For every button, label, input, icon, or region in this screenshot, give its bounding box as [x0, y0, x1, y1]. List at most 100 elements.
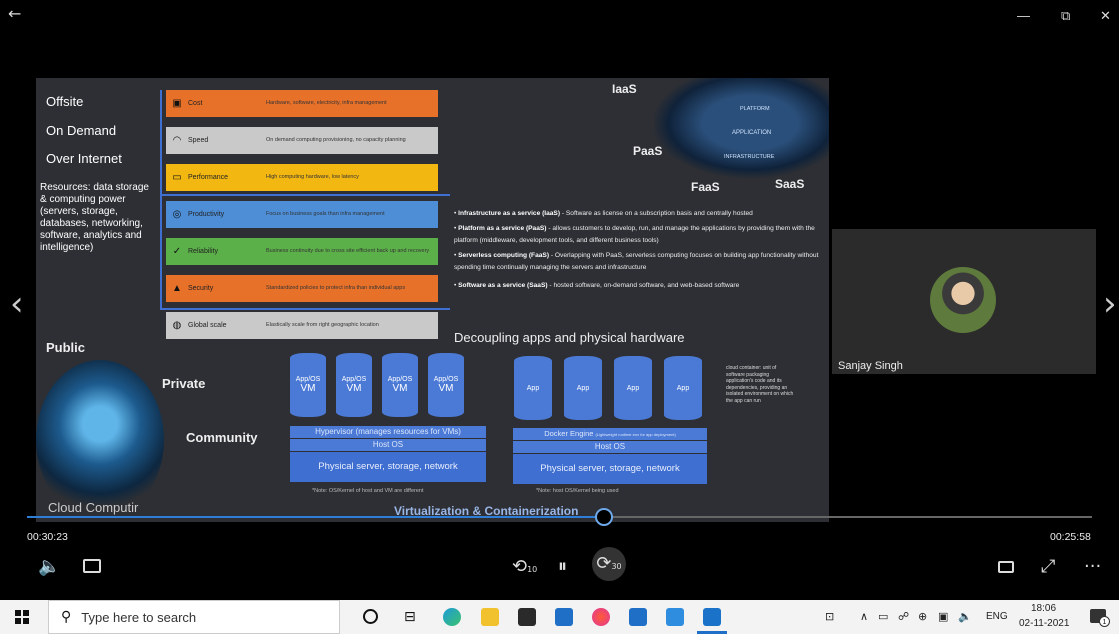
microsoft-store-icon[interactable] [518, 608, 536, 626]
cloud-hand-image [36, 360, 164, 520]
edge-browser-icon[interactable] [443, 608, 461, 626]
file-explorer-icon[interactable] [481, 608, 499, 626]
vm-note: *Note: OS/Kernel of host and VM are diff… [312, 488, 424, 494]
windows-taskbar: ⚲ Type here to search ⊟ ⊡ ∧ ▭ ☍ ⊕ ▣ 🔈 EN… [0, 600, 1119, 634]
seek-bar-handle[interactable] [595, 508, 613, 526]
diagram-label-infrastructure: INFRASTRUCTURE [724, 154, 775, 160]
back-arrow-icon[interactable]: ← [8, 4, 21, 23]
participant-name: Sanjay Singh [838, 360, 903, 372]
left-term-over-internet: Over Internet [46, 151, 122, 166]
display-icon[interactable]: ▣ [938, 610, 948, 623]
task-view-icon[interactable]: ⊟ [404, 609, 416, 625]
restore-button[interactable]: ⧉ [1061, 8, 1070, 24]
category-description: High computing hardware, low latency [266, 174, 359, 180]
category-description: On demand computing provisioning, no cap… [266, 137, 406, 143]
participant-video-tile[interactable]: Sanjay Singh [832, 229, 1096, 374]
category-separator-1 [160, 194, 450, 196]
category-row: ✓ Reliability Business continuity due to c… [166, 238, 438, 265]
label-saas: SaaS [775, 177, 805, 191]
remaining-time: 00:25:58 [1050, 531, 1091, 543]
category-divider-line [160, 90, 162, 308]
category-row: ◠ Speed On demand computing provisioning, … [166, 127, 438, 154]
more-options-button[interactable]: ··· [1084, 556, 1101, 577]
vm-physical-server-bar: Physical server, storage, network [290, 452, 486, 482]
category-name: Security [188, 285, 214, 292]
category-name: Reliability [188, 248, 218, 255]
container-app-label: App [676, 384, 690, 392]
container-definition: cloud container: unit of software packag… [726, 365, 794, 404]
speaker-icon[interactable]: 🔈 [958, 610, 972, 623]
start-windows-icon[interactable] [15, 610, 29, 624]
cloud-services-diagram: PLATFORM APPLICATION INFRASTRUCTURE [654, 78, 829, 178]
service-bullet-faas: • Serverless computing (FaaS) - Overlapp… [454, 252, 819, 272]
left-term-offsite: Offsite [46, 94, 84, 109]
container-physical-server-bar: Physical server, storage, network [513, 454, 707, 484]
close-button[interactable]: ✕ [1100, 8, 1111, 24]
container-app-row: App App App App [514, 356, 714, 422]
label-community: Community [186, 430, 258, 445]
rewind-10-button[interactable]: ⟲10 [512, 556, 537, 577]
speedometer-icon: ◠ [172, 135, 182, 146]
network-globe-icon[interactable]: ⊕ [918, 610, 927, 623]
fullscreen-icon[interactable]: ⤢ [1041, 556, 1055, 577]
mini-view-icon[interactable] [998, 561, 1014, 573]
category-name: Productivity [188, 211, 225, 218]
notification-count-badge: 1 [1099, 616, 1110, 627]
taskbar-search-box[interactable]: ⚲ Type here to search [48, 600, 340, 634]
label-cloud-computing: Cloud Computir [48, 500, 139, 515]
category-row: ▲ Security Standardized policies to protec… [166, 275, 438, 302]
next-slide-button[interactable]: › [1103, 284, 1117, 324]
photos-icon[interactable] [629, 608, 647, 626]
container-app-cylinder: App [614, 356, 652, 420]
show-hidden-icons-chevron[interactable]: ∧ [860, 610, 868, 623]
firefox-icon[interactable] [592, 608, 610, 626]
meet-now-icon[interactable]: ⊡ [825, 610, 834, 623]
battery-icon[interactable]: ▭ [878, 610, 888, 623]
media-player-icon[interactable] [703, 608, 721, 626]
notepad-icon[interactable] [666, 608, 684, 626]
vm-app-os-label: App/OS [341, 376, 367, 383]
previous-slide-button[interactable]: ‹ [10, 284, 24, 324]
container-app-label: App [626, 384, 640, 392]
mail-icon[interactable] [555, 608, 573, 626]
clock-date[interactable]: 02-11-2021 [1019, 618, 1069, 629]
vm-cylinder: App/OS VM [382, 353, 418, 417]
vm-app-os-label: App/OS [387, 376, 413, 383]
video-player: ← — ⧉ ✕ Offsite On Demand Over Internet … [0, 0, 1119, 600]
search-icon: ⚲ [61, 609, 72, 625]
category-row: ◎ Productivity Focus on business goals tha… [166, 201, 438, 228]
volume-icon[interactable]: 🔈 [38, 556, 60, 577]
category-name: Cost [188, 100, 203, 107]
rewind-10-label: 10 [527, 565, 538, 574]
vm-label: VM [392, 383, 408, 394]
container-app-cylinder: App [564, 356, 602, 420]
container-app-cylinder: App [514, 356, 552, 420]
label-public: Public [46, 340, 86, 355]
forward-30-button[interactable]: ⟳30 [592, 547, 626, 581]
target-icon: ◎ [172, 209, 182, 220]
category-description: Elastically scale from right geographic … [266, 322, 379, 328]
decoupling-title: Decoupling apps and physical hardware [454, 330, 685, 345]
service-bullet-paas: • Platform as a service (PaaS) - allows … [454, 225, 815, 245]
category-description: Standardized policies to protect infra t… [266, 285, 406, 291]
pause-button[interactable]: ⏸ [558, 556, 567, 577]
language-indicator[interactable]: ENG [986, 611, 1008, 622]
vm-label: VM [346, 383, 362, 394]
docker-engine-bar: Docker Engine (Lightweight runtime env f… [513, 428, 707, 440]
checkmark-icon: ✓ [172, 246, 182, 257]
people-icon[interactable]: ☍ [898, 610, 909, 623]
vm-app-os-label: App/OS [433, 376, 459, 383]
cortana-icon[interactable] [363, 609, 378, 624]
search-placeholder: Type here to search [81, 609, 197, 625]
clock-time[interactable]: 18:06 [1031, 603, 1056, 614]
service-bullet-saas: • Software as a service (SaaS) - hosted … [454, 282, 740, 289]
lock-icon: ▲ [172, 283, 182, 294]
minimize-button[interactable]: — [1017, 8, 1030, 23]
diagram-label-application: APPLICATION [732, 130, 772, 136]
label-private: Private [162, 376, 206, 391]
vm-label: VM [300, 383, 316, 394]
service-bullet-iaas: • Infrastructure as a service (IaaS) - S… [454, 210, 753, 217]
category-row: ◍ Global scale Elastically scale from righ… [166, 312, 438, 339]
globe-icon: ◍ [172, 320, 182, 331]
captions-icon[interactable] [83, 559, 101, 573]
